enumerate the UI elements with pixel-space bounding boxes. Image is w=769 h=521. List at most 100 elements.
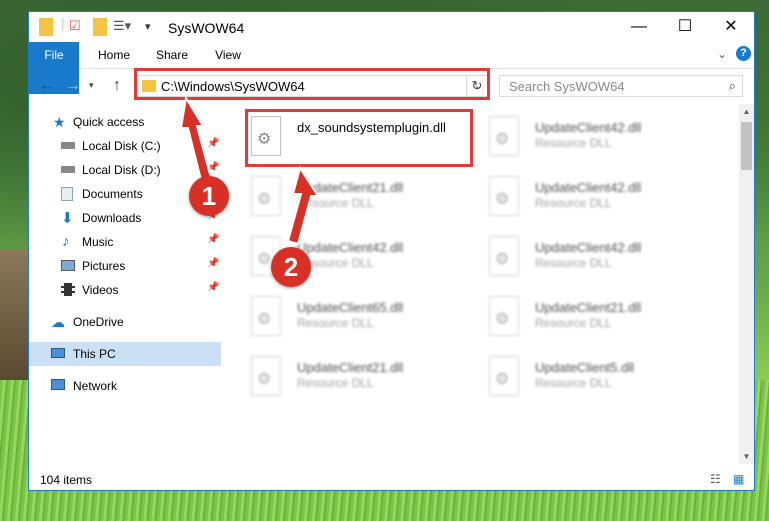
- file-item[interactable]: ⚙ UpdateClient21.dll Resource DLL: [467, 290, 692, 342]
- search-input[interactable]: Search SysWOW64 ⌕: [499, 75, 743, 97]
- ribbon-tabs: File Home Share View ⌄ ?: [29, 42, 754, 94]
- dll-file-icon: ⚙: [251, 356, 281, 396]
- file-name: UpdateClient42.dll: [535, 120, 642, 135]
- network-icon: [51, 379, 65, 390]
- pin-icon[interactable]: 📌: [207, 234, 219, 245]
- recent-dropdown-icon[interactable]: ▾: [89, 80, 94, 91]
- nav-item-downloads[interactable]: ⬇ Downloads 📌: [29, 206, 221, 230]
- downloads-icon: ⬇: [61, 210, 74, 227]
- file-type: Resource DLL: [297, 376, 374, 390]
- vertical-scrollbar[interactable]: ▲ ▼: [739, 104, 754, 464]
- gear-icon: ⚙: [495, 251, 510, 268]
- separator: |: [61, 15, 65, 31]
- nav-network[interactable]: Network: [29, 374, 221, 398]
- computer-icon: [51, 348, 65, 358]
- file-item[interactable]: ⚙ UpdateClient42.dll Resource DLL: [467, 230, 692, 282]
- nav-item-local-disk-d[interactable]: Local Disk (D:) 📌: [29, 158, 221, 182]
- item-count: 104 items: [40, 473, 93, 487]
- nav-label: Downloads: [82, 211, 142, 225]
- minimize-button[interactable]: —: [616, 12, 662, 42]
- nav-label: Pictures: [82, 259, 126, 273]
- scroll-down-icon[interactable]: ▼: [739, 449, 754, 464]
- nav-quick-access[interactable]: ★ Quick access: [29, 110, 221, 134]
- nav-item-music[interactable]: ♪ Music 📌: [29, 230, 221, 254]
- file-name: UpdateClient21.dll: [297, 360, 404, 375]
- file-item[interactable]: ⚙ UpdateClient5.dll Resource DLL: [467, 350, 692, 402]
- dll-file-icon: ⚙: [489, 356, 519, 396]
- customize-icon[interactable]: ☰▾: [113, 18, 131, 36]
- gear-icon: ⚙: [257, 371, 272, 388]
- file-name: UpdateClient21.dll: [297, 180, 404, 195]
- address-highlight: [134, 68, 490, 100]
- file-type: Resource DLL: [535, 196, 612, 210]
- nav-label: Music: [82, 235, 114, 249]
- drive-icon: [61, 166, 75, 173]
- properties-icon[interactable]: ☑: [69, 18, 81, 36]
- scroll-up-icon[interactable]: ▲: [739, 104, 754, 119]
- file-item[interactable]: ⚙ UpdateClient42.dll Resource DLL: [229, 230, 454, 282]
- forward-arrow-icon[interactable]: →: [65, 77, 81, 95]
- drive-icon: [61, 142, 75, 149]
- nav-item-local-disk-c[interactable]: Local Disk (C:) 📌: [29, 134, 221, 158]
- file-type: Resource DLL: [297, 316, 374, 330]
- nav-label: This PC: [73, 347, 116, 361]
- nav-label: Network: [73, 379, 118, 393]
- gear-icon: ⚙: [495, 371, 510, 388]
- expand-ribbon-icon[interactable]: ⌄: [717, 47, 727, 61]
- cloud-icon: ☁: [51, 314, 65, 330]
- nav-item-pictures[interactable]: Pictures 📌: [29, 254, 221, 278]
- file-name: UpdateClient5.dll: [535, 360, 635, 375]
- file-item[interactable]: ⚙ UpdateClient21.dll Resource DLL: [229, 170, 454, 222]
- file-name: UpdateClient42.dll: [297, 240, 404, 255]
- up-arrow-icon[interactable]: ↑: [113, 77, 121, 95]
- new-folder-icon[interactable]: [93, 18, 107, 36]
- file-highlight: [245, 109, 473, 167]
- maximize-button[interactable]: ☐: [662, 12, 708, 42]
- large-icons-view-icon[interactable]: ▦: [733, 472, 744, 486]
- gear-icon: ⚙: [257, 251, 272, 268]
- dll-file-icon: ⚙: [489, 116, 519, 156]
- file-item[interactable]: ⚙ UpdateClient42.dll Resource DLL: [467, 110, 692, 162]
- qa-dropdown-icon[interactable]: ▾: [145, 20, 151, 38]
- step-badge-2: 2: [271, 247, 311, 287]
- pin-icon[interactable]: 📌: [207, 258, 219, 269]
- nav-label: Quick access: [73, 115, 145, 129]
- nav-this-pc[interactable]: This PC: [29, 342, 221, 366]
- details-view-icon[interactable]: ☷: [710, 472, 721, 486]
- pin-icon[interactable]: 📌: [207, 138, 219, 149]
- search-icon: ⌕: [728, 78, 736, 93]
- documents-icon: [61, 187, 73, 201]
- nav-label: Local Disk (D:): [82, 163, 161, 177]
- search-placeholder: Search SysWOW64: [509, 79, 625, 94]
- tab-home[interactable]: Home: [87, 42, 141, 68]
- step-badge-1: 1: [189, 176, 229, 216]
- gear-icon: ⚙: [495, 311, 510, 328]
- dll-file-icon: ⚙: [489, 176, 519, 216]
- pin-icon[interactable]: 📌: [207, 162, 219, 173]
- file-type: Resource DLL: [297, 196, 374, 210]
- pin-icon[interactable]: 📌: [207, 282, 219, 293]
- help-icon[interactable]: ?: [736, 46, 751, 61]
- back-arrow-icon[interactable]: ←: [39, 77, 55, 95]
- nav-item-videos[interactable]: Videos 📌: [29, 278, 221, 302]
- file-name: UpdateClient42.dll: [535, 240, 642, 255]
- close-button[interactable]: ✕: [708, 12, 754, 42]
- dll-file-icon: ⚙: [251, 296, 281, 336]
- file-item[interactable]: ⚙ UpdateClient42.dll Resource DLL: [467, 170, 692, 222]
- dll-file-icon: ⚙: [251, 176, 281, 216]
- file-name: UpdateClient65.dll: [297, 300, 404, 315]
- file-name: UpdateClient21.dll: [535, 300, 642, 315]
- nav-onedrive[interactable]: ☁ OneDrive: [29, 310, 221, 334]
- dll-file-icon: ⚙: [489, 296, 519, 336]
- scroll-thumb[interactable]: [741, 122, 752, 170]
- music-icon: ♪: [62, 233, 70, 250]
- status-bar: 104 items ☷ ▦: [29, 468, 754, 490]
- gear-icon: ⚙: [495, 131, 510, 148]
- file-type: Resource DLL: [535, 316, 612, 330]
- navigation-pane: ★ Quick access Local Disk (C:) 📌 Local D…: [29, 104, 221, 464]
- file-item[interactable]: ⚙ UpdateClient65.dll Resource DLL: [229, 290, 454, 342]
- file-item[interactable]: ⚙ UpdateClient21.dll Resource DLL: [229, 350, 454, 402]
- tab-share[interactable]: Share: [145, 42, 199, 68]
- tab-view[interactable]: View: [203, 42, 253, 68]
- file-name: UpdateClient42.dll: [535, 180, 642, 195]
